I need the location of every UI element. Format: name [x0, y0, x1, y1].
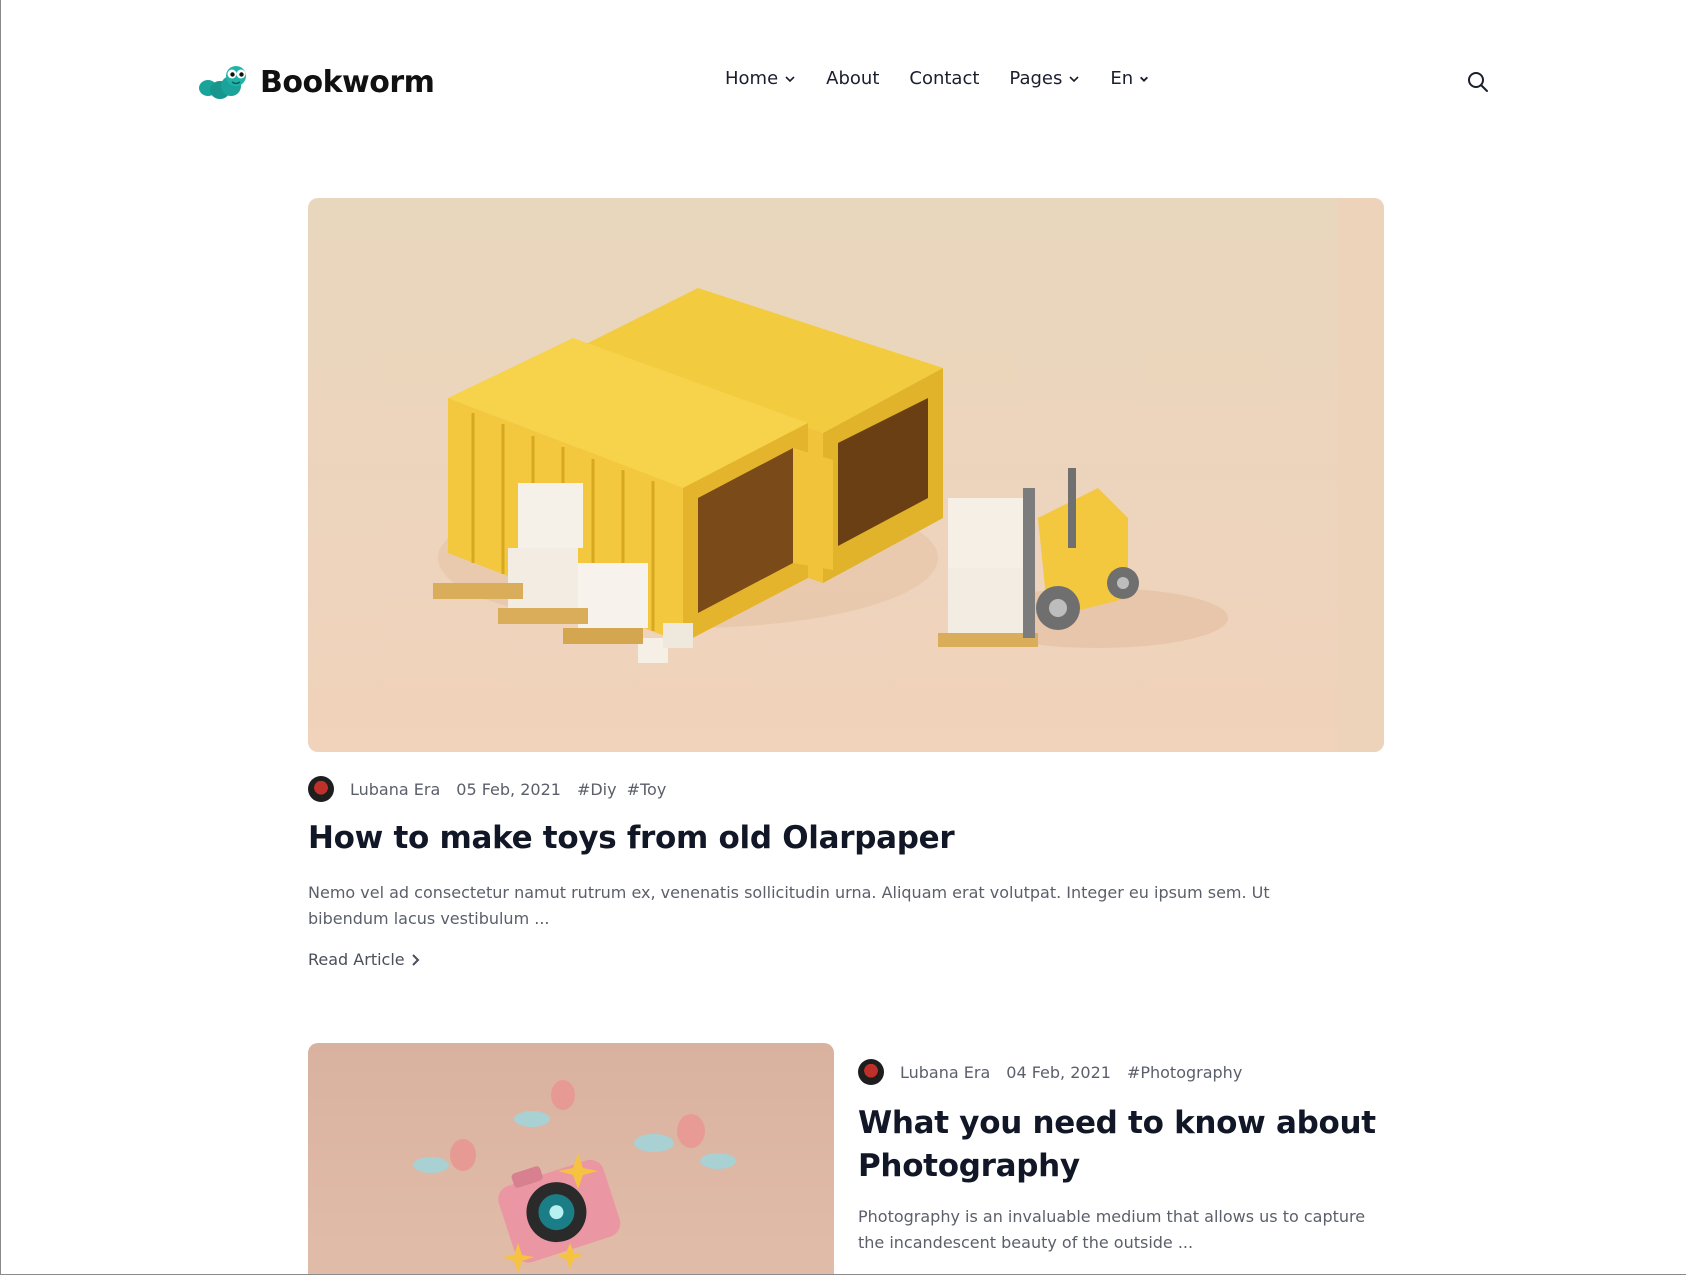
- logo-link[interactable]: Bookworm: [198, 62, 435, 102]
- author-name[interactable]: Lubana Era: [900, 1063, 990, 1082]
- post-meta-photography: Lubana Era 04 Feb, 2021 #Photography: [858, 1059, 1242, 1085]
- featured-post-title[interactable]: How to make toys from old Olarpaper: [308, 820, 955, 856]
- nav-item-about[interactable]: About: [826, 68, 879, 89]
- chevron-down-icon: [785, 75, 795, 82]
- camera-illustration: [308, 1043, 834, 1274]
- brand-name: Bookworm: [260, 64, 435, 100]
- chevron-down-icon: [1069, 75, 1079, 82]
- post-date: 04 Feb, 2021: [1006, 1062, 1111, 1082]
- post-tags: #Photography: [1127, 1063, 1242, 1082]
- featured-post-excerpt: Nemo vel ad consectetur namut rutrum ex,…: [308, 883, 1270, 928]
- featured-post-image[interactable]: [308, 198, 1384, 752]
- post-tags: #Diy #Toy: [577, 780, 666, 799]
- site-header: Bookworm Home About Contact Pages En: [198, 56, 1492, 104]
- author-avatar[interactable]: [308, 776, 334, 802]
- nav-item-pages[interactable]: Pages: [1009, 68, 1080, 89]
- language-selector[interactable]: En: [1110, 68, 1149, 89]
- shipping-containers-illustration: [308, 198, 1384, 752]
- search-icon[interactable]: [1466, 70, 1490, 94]
- nav-item-contact[interactable]: Contact: [909, 68, 979, 89]
- nav-item-label: About: [826, 68, 880, 89]
- nav-item-label: Home: [725, 68, 779, 89]
- post-image-photography[interactable]: [308, 1043, 834, 1274]
- main-nav: Home About Contact Pages En: [725, 68, 1149, 89]
- tag-link[interactable]: #Photography: [1127, 1063, 1242, 1082]
- page-frame: Bookworm Home About Contact Pages En Lub…: [0, 0, 1686, 1275]
- read-article-label: Read Article: [308, 950, 405, 969]
- bookworm-logo-icon: [199, 66, 246, 99]
- chevron-right-icon: [411, 953, 420, 966]
- author-avatar[interactable]: [858, 1059, 884, 1085]
- post-title-photography[interactable]: What you need to know about Photography: [858, 1102, 1378, 1188]
- tag-link[interactable]: #Diy: [577, 780, 617, 799]
- nav-item-label: Contact: [909, 68, 980, 89]
- post-date: 05 Feb, 2021: [456, 779, 561, 799]
- nav-item-home[interactable]: Home: [725, 68, 796, 89]
- post-excerpt-photography: Photography is an invaluable medium that…: [858, 1207, 1366, 1252]
- language-label: En: [1110, 68, 1134, 89]
- chevron-down-icon: [1140, 76, 1149, 82]
- featured-post-meta: Lubana Era 05 Feb, 2021 #Diy #Toy: [308, 776, 666, 802]
- tag-link[interactable]: #Toy: [627, 780, 667, 799]
- nav-item-label: Pages: [1009, 68, 1063, 89]
- author-name[interactable]: Lubana Era: [350, 780, 440, 799]
- read-article-link[interactable]: Read Article: [308, 950, 421, 969]
